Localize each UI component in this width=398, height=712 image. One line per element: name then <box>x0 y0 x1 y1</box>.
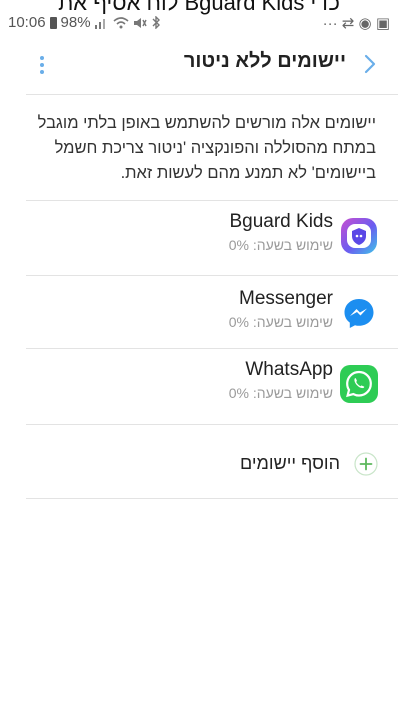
add-apps-label: הוסף יישומים <box>240 453 340 473</box>
chevron-right-icon <box>364 54 376 74</box>
bguard-kids-app-icon <box>341 218 377 254</box>
signal-icon <box>94 18 105 29</box>
wifi-icon <box>113 16 129 28</box>
more-vertical-icon <box>40 56 44 74</box>
status-right-icons: ··· ⇄ ◉ ▣ <box>322 15 390 32</box>
description-text: יישומים אלה מורשים להשתמש באופן בלתי מוג… <box>37 114 376 182</box>
messenger-app-icon <box>344 299 374 328</box>
row-divider <box>26 348 398 349</box>
app-usage: שימוש בשעה: 0% <box>228 237 333 253</box>
app-usage: שימוש בשעה: 0% <box>228 385 333 401</box>
app-row-bguard-kids[interactable]: Bguard Kids שימוש בשעה: 0% <box>0 204 398 268</box>
description-divider <box>26 200 398 201</box>
add-apps-button[interactable]: הוסף יישומים <box>0 440 398 492</box>
mute-icon <box>133 17 147 28</box>
status-battery: 98% <box>60 14 91 31</box>
app-name: Messenger <box>239 288 333 309</box>
app-name: Bguard Kids <box>229 211 333 232</box>
app-row-messenger[interactable]: Messenger שימוש בשעה: 0% <box>0 281 398 345</box>
page-title: יישומים ללא ניטור <box>183 50 346 72</box>
header-divider <box>26 94 398 95</box>
app-header: יישומים ללא ניטור <box>0 42 398 86</box>
more-options-button[interactable] <box>28 50 56 80</box>
battery-icon <box>49 16 57 29</box>
back-button[interactable] <box>354 48 386 80</box>
app-usage: שימוש בשעה: 0% <box>228 314 333 330</box>
plus-circle-icon <box>354 452 378 476</box>
status-left: 10:06 98% <box>8 14 161 31</box>
add-divider <box>26 498 398 499</box>
bluetooth-icon <box>152 16 160 29</box>
row-divider <box>26 275 398 276</box>
status-time: 10:06 <box>8 14 46 31</box>
status-bar: 10:06 98% ··· ⇄ ◉ ▣ <box>0 12 398 34</box>
app-row-whatsapp[interactable]: WhatsApp שימוש בשעה: 0% <box>0 352 398 416</box>
row-divider <box>26 424 398 425</box>
whatsapp-app-icon <box>340 365 378 403</box>
app-name: WhatsApp <box>245 359 333 380</box>
